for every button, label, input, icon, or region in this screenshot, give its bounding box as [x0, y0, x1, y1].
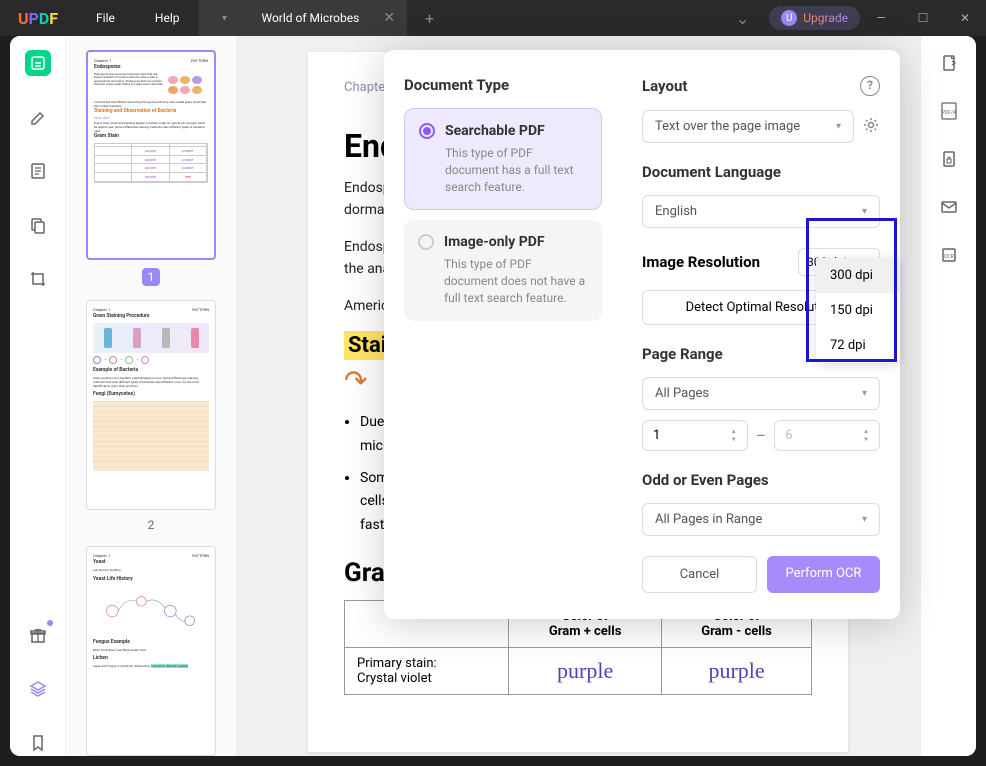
dropdown-option-150dpi[interactable]: 150 dpi	[816, 293, 900, 328]
cancel-button[interactable]: Cancel	[642, 556, 757, 593]
thumbnail-page-3[interactable]: Chapter 1PATTERN Yeast Cell division bud…	[86, 546, 216, 756]
table-cell: purple	[557, 658, 613, 683]
select-value: All Pages in Range	[655, 512, 762, 527]
dropdown-option-300dpi[interactable]: 300 dpi	[816, 258, 900, 293]
tab-title: World of Microbes	[261, 11, 359, 25]
chevron-down-icon: ▾	[836, 121, 841, 132]
thumbnail-page-1[interactable]: Chapter 1PATTERN Endospores Endospore ar…	[86, 50, 216, 260]
edit-icon[interactable]	[25, 158, 51, 184]
minimize-button[interactable]: —	[860, 11, 902, 25]
resolution-dropdown: 300 dpi 150 dpi 72 dpi	[816, 258, 900, 363]
layout-label: Layout	[642, 77, 687, 95]
bookmark-icon[interactable]	[25, 730, 51, 756]
svg-text:OCR: OCR	[944, 254, 954, 260]
upgrade-icon: U	[781, 10, 797, 26]
odd-even-label: Odd or Even Pages	[642, 471, 880, 489]
language-label: Document Language	[642, 163, 880, 181]
gear-icon[interactable]	[862, 116, 880, 138]
select-value: English	[655, 204, 697, 219]
swirl-arrow-icon: ↷	[344, 364, 367, 397]
svg-text:PDF/A: PDF/A	[941, 110, 956, 116]
option-title: Image-only PDF	[444, 234, 545, 250]
menu-file[interactable]: File	[76, 11, 135, 25]
close-button[interactable]: ✕	[944, 11, 986, 25]
option-description: This type of PDF document does not have …	[444, 256, 588, 306]
spinner-icon[interactable]: ▲▼	[731, 429, 737, 443]
range-separator: –	[756, 426, 767, 445]
language-select[interactable]: English ▾	[642, 195, 880, 228]
app-logo: UPDF	[0, 9, 76, 28]
document-type-label: Document Type	[404, 76, 602, 94]
document-tab[interactable]: World of Microbes ✕	[249, 0, 407, 36]
titlebar: UPDF File Help ▾ World of Microbes ✕ + ⌄…	[0, 0, 986, 36]
thumbnail-label-1: 1	[142, 268, 160, 286]
help-icon[interactable]: ?	[860, 76, 880, 96]
tab-dropdown[interactable]: ▾	[199, 0, 249, 36]
spinner-icon[interactable]: ▲▼	[863, 429, 869, 443]
maximize-button[interactable]: ☐	[902, 11, 944, 25]
left-toolbar	[10, 36, 66, 756]
resolution-label: Image Resolution	[642, 253, 760, 271]
chevron-down-icon: ▾	[862, 388, 867, 399]
range-to-input[interactable]: 6 ▲▼	[774, 420, 880, 451]
upgrade-label: Upgrade	[803, 11, 848, 25]
crop-icon[interactable]	[25, 266, 51, 292]
table-cell: purple	[708, 658, 764, 683]
pdfa-icon[interactable]: PDF/A	[936, 98, 962, 124]
thumbnail-label-2: 2	[86, 518, 216, 532]
chevron-down-icon: ▾	[862, 514, 867, 525]
new-tab-button[interactable]: +	[407, 9, 452, 28]
dropdown-option-72dpi[interactable]: 72 dpi	[816, 328, 900, 363]
chevron-down-icon: ▾	[862, 206, 867, 217]
option-description: This type of PDF document has a full tex…	[445, 145, 587, 195]
ocr-icon[interactable]: OCR	[936, 242, 962, 268]
gift-icon[interactable]	[25, 622, 51, 648]
thumbnail-panel: Chapter 1PATTERN Endospores Endospore ar…	[66, 36, 236, 756]
perform-ocr-button[interactable]: Perform OCR	[767, 556, 880, 593]
select-value: Text over the page image	[655, 119, 800, 134]
option-title: Searchable PDF	[445, 123, 545, 139]
select-value: All Pages	[655, 386, 709, 401]
home-icon[interactable]	[25, 50, 51, 76]
protect-icon[interactable]	[936, 146, 962, 172]
layout-select[interactable]: Text over the page image ▾	[642, 110, 854, 143]
radio-on-icon	[419, 123, 435, 139]
tab-close-icon[interactable]: ✕	[383, 10, 395, 26]
highlighter-icon[interactable]	[25, 104, 51, 130]
layers-icon[interactable]	[25, 676, 51, 702]
radio-off-icon	[418, 234, 434, 250]
thumbnail-page-2[interactable]: Chapter 1PATTERN Gram Staining Procedure…	[86, 300, 216, 510]
page-range-select[interactable]: All Pages ▾	[642, 377, 880, 410]
range-from-input[interactable]: 1 ▲▼	[642, 420, 748, 451]
copy-icon[interactable]	[25, 212, 51, 238]
export-icon[interactable]	[936, 50, 962, 76]
table-row-label: Primary stain: Crystal violet	[345, 647, 509, 694]
menu-help[interactable]: Help	[135, 11, 200, 25]
image-only-pdf-option[interactable]: Image-only PDF This type of PDF document…	[404, 220, 602, 320]
mail-icon[interactable]	[936, 194, 962, 220]
searchable-pdf-option[interactable]: Searchable PDF This type of PDF document…	[404, 108, 602, 210]
right-toolbar: PDF/A OCR	[920, 36, 976, 756]
odd-even-select[interactable]: All Pages in Range ▾	[642, 503, 880, 536]
more-dropdown-icon[interactable]: ⌄	[716, 9, 769, 28]
upgrade-button[interactable]: U Upgrade	[769, 6, 860, 30]
